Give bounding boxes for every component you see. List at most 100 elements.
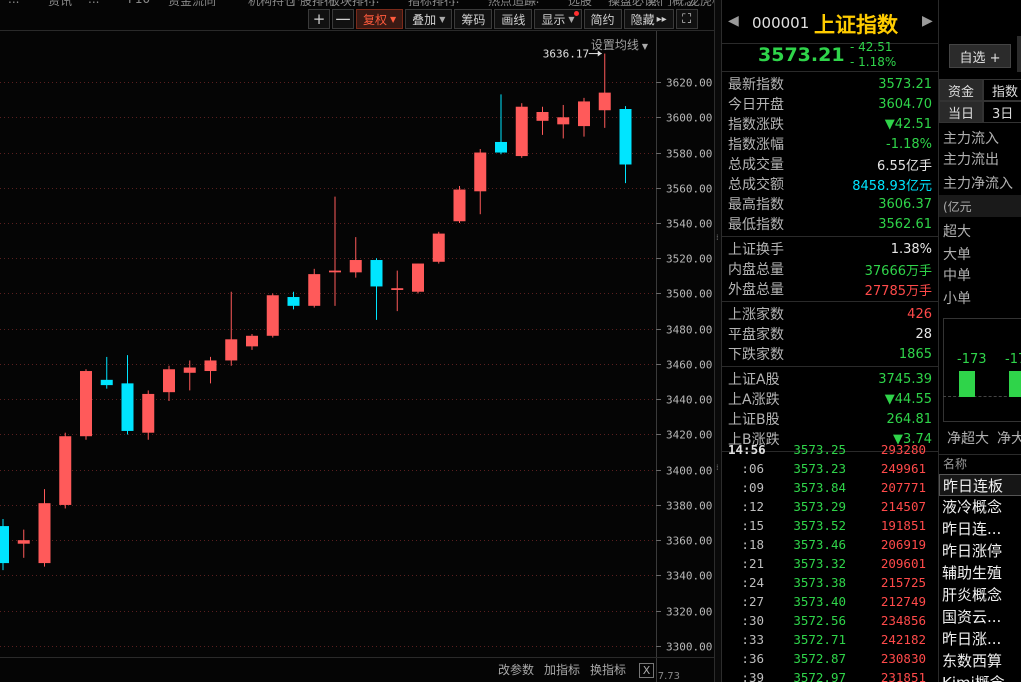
candle-body [204, 360, 217, 372]
tick-volume: 234856 [880, 613, 926, 628]
index-change-pct: - 1.18% [850, 55, 897, 69]
next-arrow-icon[interactable]: ▶ [922, 13, 933, 29]
tick-volume: 230830 [880, 651, 926, 666]
candle-body [453, 189, 466, 222]
info-label: 今日开盘 [728, 97, 784, 113]
concept-item[interactable]: 液冷概念 [939, 496, 1021, 518]
info-breadth-row: 上涨家数 426 [722, 304, 938, 324]
tick-row: :33 3572.71 242182 [722, 630, 938, 649]
candle-body [412, 263, 424, 292]
concept-item[interactable]: Kimi概念 [939, 672, 1021, 682]
add-to-watchlist-button[interactable]: 自选 + [949, 44, 1011, 68]
close-icon[interactable]: X [639, 663, 654, 678]
tick-price: 3572.97 [793, 670, 846, 682]
tick-time: :36 [741, 651, 764, 666]
concept-item[interactable]: 国资云... [939, 606, 1021, 628]
candlestick-chart[interactable]: 3620.00 3600.00 3580.00 3560.00 3540.00 3520.… [0, 0, 714, 682]
fund-tabs: 资金 指数 [939, 79, 1021, 101]
quote-info-panel: ◀ 000001 上证指数 ▶ 3573.21 - 42.51 - 1.18% … [722, 0, 938, 682]
concept-item[interactable]: 辅助生殖 [939, 562, 1021, 584]
info-value: 27785万手 [864, 283, 932, 299]
candle-body [557, 117, 570, 125]
candle-body [121, 383, 134, 431]
y-tick-label: 3380.00 [666, 500, 712, 513]
tick-time: :18 [741, 537, 764, 552]
add-indicator-button[interactable]: 加指标 [544, 661, 580, 678]
concept-item[interactable]: 昨日涨... [939, 628, 1021, 650]
grip-icon: ⁞ [716, 233, 719, 242]
y-tick-label: 3560.00 [666, 183, 712, 196]
info-label: 外盘总量 [728, 282, 784, 298]
tick-row: :27 3573.40 212749 [722, 592, 938, 611]
fuquan-dropdown[interactable]: 复权 ▼ [356, 9, 404, 29]
draw-line-button[interactable]: 画线 [494, 9, 533, 29]
info-label: 上A涨跌 [728, 392, 780, 408]
fullscreen-icon[interactable]: ⛶ [675, 9, 698, 29]
net-flow-bar-chart [943, 318, 1021, 422]
concept-item[interactable]: 昨日涨停 [939, 540, 1021, 562]
concept-list[interactable]: 昨日连板 液冷概念 昨日连... 昨日涨停 辅助生殖 肝炎概念 国资云... 昨日涨... 东数… [939, 474, 1021, 682]
concept-item[interactable]: 东数西算 [939, 650, 1021, 672]
tick-time: :12 [741, 499, 764, 514]
info-basic-row: 总成交额 8458.93亿元 [722, 174, 938, 194]
info-ab-row: 上证B股 264.81 [722, 409, 938, 429]
large-label: 大单 [943, 247, 971, 263]
tick-time: :21 [741, 556, 764, 571]
candle-body [474, 152, 487, 192]
tab-today[interactable]: 当日 [939, 101, 984, 123]
hide-button[interactable]: 隐藏 ▸▸ [623, 9, 674, 29]
info-value: 426 [907, 306, 932, 322]
y-tick-label: 3440.00 [666, 394, 712, 407]
display-dropdown[interactable]: 显示 ▼ [534, 9, 582, 29]
ma-setting-dropdown[interactable]: 设置均线 ▼ [591, 36, 648, 53]
candle-body [432, 233, 445, 262]
tick-volume: 209601 [880, 556, 926, 571]
tick-time: :24 [741, 575, 764, 590]
info-value: 1.38% [890, 241, 932, 257]
chevron-down-icon: ▼ [568, 14, 575, 24]
tick-time: :27 [741, 594, 764, 609]
candle-body [308, 274, 321, 306]
super-large-label: 超大 [943, 224, 971, 240]
tick-volume: 207771 [880, 480, 926, 495]
tick-time: :15 [741, 518, 764, 533]
previous-arrow-icon[interactable]: ◀ [728, 13, 739, 29]
y-tick-label: 3340.00 [666, 570, 712, 583]
medium-label: 中单 [943, 268, 971, 284]
candle-body [80, 371, 92, 437]
candle-body [578, 101, 590, 127]
concept-item[interactable]: 昨日连... [939, 518, 1021, 540]
tick-row: :18 3573.46 206919 [722, 535, 938, 554]
grip-icon: ⁞ [716, 463, 719, 472]
info-table-basic: 最新指数 3573.21 今日开盘 3604.70 指数涨跌 ▼42.51 指数涨幅 -1.1… [722, 72, 938, 237]
info-value: -1.18% [886, 136, 932, 152]
chevron-down-icon: ▼ [439, 14, 446, 24]
tab-index[interactable]: 指数 [983, 79, 1021, 101]
panel-splitter[interactable]: ⁞ ⁞ [714, 0, 722, 682]
info-volume-row: 外盘总量 27785万手 [722, 279, 938, 299]
switch-indicator-button[interactable]: 换指标 [590, 661, 626, 678]
info-label: 平盘家数 [728, 327, 784, 343]
candle-body [391, 288, 404, 290]
info-value: 3606.37 [878, 196, 932, 212]
concept-item[interactable]: 昨日连板 [939, 474, 1021, 496]
tick-price: 3572.71 [793, 632, 846, 647]
change-params-button[interactable]: 改参数 [498, 661, 534, 678]
overlay-dropdown[interactable]: 叠加 ▼ [405, 9, 453, 29]
info-basic-row: 最新指数 3573.21 [722, 74, 938, 94]
zoom-out-button[interactable]: 一 [332, 9, 354, 29]
chevron-down-icon: ▼ [641, 42, 648, 51]
simple-mode-button[interactable]: 简约 [583, 9, 622, 29]
candle-body [329, 270, 341, 273]
tab-fund[interactable]: 资金 [939, 79, 984, 101]
tick-time: :33 [741, 632, 764, 647]
tab-3day[interactable]: 3日 [983, 101, 1021, 123]
panel-edge [1017, 36, 1021, 72]
zoom-in-button[interactable]: + [308, 9, 330, 29]
chip-distribution-button[interactable]: 筹码 [454, 9, 493, 29]
tick-price: 3573.52 [793, 518, 846, 533]
kline-chart-area[interactable]: ...资讯...F10资金流向机构持仓个股排行板块排行...指标排行...热点追… [0, 0, 714, 682]
tick-list[interactable]: 14:56 3573.25 293280:06 3573.23 249961:09 357… [722, 440, 938, 682]
index-name: 上证指数 [814, 13, 898, 37]
concept-item[interactable]: 肝炎概念 [939, 584, 1021, 606]
